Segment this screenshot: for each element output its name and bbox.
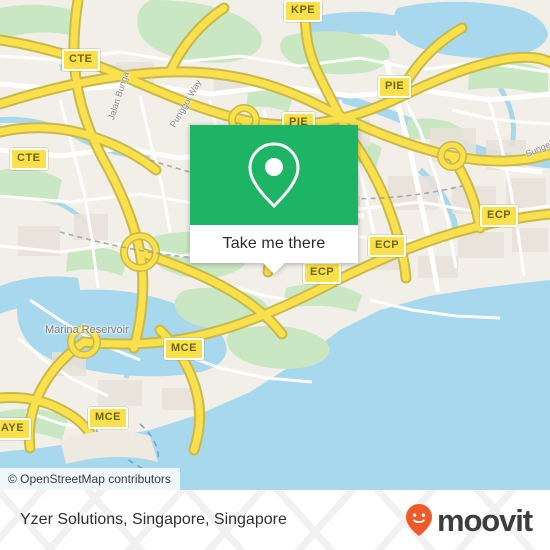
place-label-marina-reservoir: Marina Reservoir — [45, 324, 129, 336]
moovit-wordmark: moovit — [436, 502, 533, 538]
road-shield: ECP — [303, 262, 342, 284]
map-pin-icon — [248, 142, 300, 209]
map-canvas[interactable]: KPE PIE PIE CTE CTE ECP ECP ECP MCE MCE … — [0, 0, 550, 490]
popup-icon-panel — [190, 125, 358, 225]
moovit-pin-smiley-icon — [405, 504, 432, 536]
road-shield: ECP — [368, 235, 407, 257]
road-shield: MCE — [88, 407, 128, 429]
location-popup[interactable]: Take me there — [190, 125, 358, 274]
map-attribution[interactable]: © OpenStreetMap contributors — [0, 468, 180, 490]
road-shield: CTE — [62, 49, 100, 71]
page-title-text: Yzer Solutions, Singapore, Singapore — [20, 511, 287, 528]
map-page: KPE PIE PIE CTE CTE ECP ECP ECP MCE MCE … — [0, 0, 550, 550]
road-shield: CTE — [10, 148, 48, 170]
attribution-text: © OpenStreetMap contributors — [8, 472, 171, 486]
road-shield: AYE — [0, 418, 32, 440]
road-shield: PIE — [378, 76, 412, 98]
road-shield: ECP — [480, 205, 519, 227]
take-me-there-label: Take me there — [222, 235, 326, 252]
take-me-there-button[interactable]: Take me there — [190, 225, 358, 274]
road-shield: MCE — [164, 338, 204, 360]
road-shield: KPE — [284, 0, 323, 22]
moovit-brand[interactable]: moovit — [405, 490, 533, 550]
popup-pointer — [263, 263, 285, 274]
page-title: Yzer Solutions, Singapore, Singapore — [20, 490, 287, 550]
footer-bar: Yzer Solutions, Singapore, Singapore moo… — [0, 490, 550, 550]
